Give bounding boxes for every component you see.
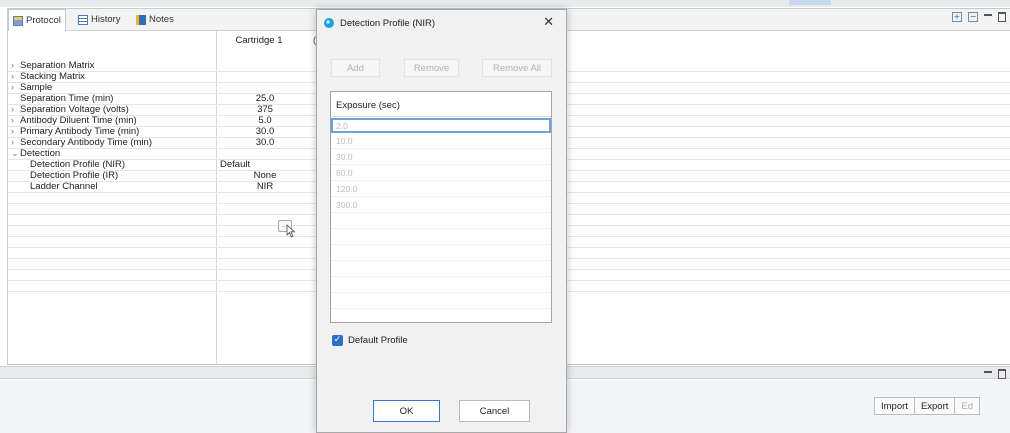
grid-row-value[interactable]: 30.0 bbox=[218, 137, 312, 148]
grid-row-label-text: Detection bbox=[20, 148, 61, 159]
cancel-button[interactable]: Cancel bbox=[459, 400, 530, 422]
grid-row-label: Detection Profile (NIR) bbox=[30, 159, 125, 170]
chevron-right-icon[interactable]: › bbox=[11, 60, 20, 70]
exposure-value: 2.0 bbox=[336, 121, 348, 131]
exposure-empty-row bbox=[331, 262, 551, 277]
chevron-right-icon[interactable]: › bbox=[11, 82, 20, 92]
chevron-right-icon[interactable]: › bbox=[11, 126, 20, 136]
grid-row-value[interactable]: 375 bbox=[218, 104, 312, 115]
exposure-value: 60.0 bbox=[336, 168, 353, 178]
maximize-icon[interactable] bbox=[998, 12, 1006, 22]
grid-row-label-text: Ladder Channel bbox=[30, 181, 98, 192]
grid-row-label-text: Primary Antibody Time (min) bbox=[20, 126, 140, 137]
chevron-right-icon[interactable]: › bbox=[11, 137, 20, 147]
dialog-title: Detection Profile (NIR) bbox=[340, 18, 436, 29]
grid-row-label: › Separation Matrix bbox=[11, 60, 94, 71]
grid-row-label: › Stacking Matrix bbox=[11, 71, 85, 82]
exposure-empty-row bbox=[331, 230, 551, 245]
remove-all-button[interactable]: Remove All bbox=[482, 59, 552, 77]
tab-notes[interactable]: Notes bbox=[132, 9, 178, 30]
export-button[interactable]: Export bbox=[913, 397, 955, 415]
minimize-icon[interactable] bbox=[984, 12, 992, 22]
app-icon bbox=[324, 18, 334, 28]
grid-row-label: › Primary Antibody Time (min) bbox=[11, 126, 139, 137]
grid-row-label-text: Detection Profile (NIR) bbox=[30, 159, 126, 170]
history-icon bbox=[78, 14, 88, 25]
grid-row-label-text: Detection Profile (IR) bbox=[30, 170, 119, 181]
grid-row-label-text: Antibody Diluent Time (min) bbox=[20, 115, 137, 126]
exposure-value: 120.0 bbox=[336, 184, 358, 194]
exposure-row[interactable]: 120.0 bbox=[331, 182, 551, 197]
exposure-row[interactable]: 2.0 bbox=[331, 118, 551, 133]
edit-button[interactable]: Ed bbox=[954, 397, 981, 415]
grid-row-label: ⌄Detection bbox=[11, 148, 60, 159]
grid-row-value[interactable]: None bbox=[218, 170, 312, 181]
grid-row-value[interactable]: 25.0 bbox=[218, 93, 312, 104]
add-button[interactable]: Add bbox=[331, 59, 380, 77]
exposure-row[interactable]: 10.0 bbox=[331, 134, 551, 149]
grid-row-value[interactable]: 5.0 bbox=[218, 115, 312, 126]
grid-row-label-text: Separation Time (min) bbox=[20, 93, 114, 104]
tab-history[interactable]: History bbox=[74, 9, 125, 30]
close-icon[interactable]: ✕ bbox=[543, 15, 554, 30]
exposure-empty-row bbox=[331, 214, 551, 229]
exposure-empty-row bbox=[331, 246, 551, 261]
grid-row-value[interactable]: Default bbox=[220, 159, 314, 170]
grid-row-label: Ladder Channel bbox=[30, 181, 98, 192]
title-selection bbox=[789, 0, 831, 5]
exposure-table: Exposure (sec) 2.0 10.0 30.0 60.0 120.0 300.0 bbox=[330, 91, 552, 323]
grid-row-label: Detection Profile (IR) bbox=[30, 170, 118, 181]
grid-row-label-text: Stacking Matrix bbox=[20, 71, 85, 82]
grid-row-label: Separation Time (min) bbox=[20, 93, 113, 104]
lower-minimize-icon[interactable] bbox=[984, 369, 992, 379]
grid-row-label-text: Separation Voltage (volts) bbox=[20, 104, 129, 115]
exposure-row[interactable]: 300.0 bbox=[331, 198, 551, 213]
notes-icon bbox=[136, 14, 146, 25]
chevron-right-icon[interactable]: › bbox=[11, 104, 20, 114]
tab-notes-label: Notes bbox=[149, 14, 174, 25]
default-profile-label: Default Profile bbox=[348, 335, 408, 346]
import-button[interactable]: Import bbox=[874, 397, 914, 415]
grid-row-value[interactable]: NIR bbox=[218, 181, 312, 192]
exposure-value: 30.0 bbox=[336, 152, 353, 162]
exposure-value: 300.0 bbox=[336, 200, 358, 210]
default-profile-checkbox[interactable]: ✓ bbox=[332, 335, 343, 346]
lower-panel-toolbar bbox=[984, 369, 1006, 379]
ok-button[interactable]: OK bbox=[373, 400, 440, 422]
exposure-value: 10.0 bbox=[336, 136, 353, 146]
dialog-title-bar: Detection Profile (NIR) ✕ bbox=[317, 10, 566, 38]
expand-all-icon[interactable]: + bbox=[952, 12, 962, 22]
bottom-button-group: Import Export Ed bbox=[874, 397, 981, 415]
chevron-down-icon[interactable]: ⌄ bbox=[11, 148, 20, 159]
protocol-icon bbox=[13, 15, 23, 26]
grid-row-label-text: Separation Matrix bbox=[20, 60, 95, 71]
grid-row-label: › Sample bbox=[11, 82, 52, 93]
tab-protocol[interactable]: Protocol bbox=[8, 9, 66, 31]
panel-toolbar: + − bbox=[952, 12, 1006, 22]
window-top-strip bbox=[0, 0, 1010, 7]
chevron-right-icon[interactable]: › bbox=[11, 71, 20, 81]
grid-row-label: › Separation Voltage (volts) bbox=[11, 104, 129, 115]
exposure-row[interactable]: 60.0 bbox=[331, 166, 551, 181]
collapse-all-icon[interactable]: − bbox=[968, 12, 978, 22]
chevron-right-icon[interactable]: › bbox=[11, 115, 20, 125]
column-header-cartridge-1: Cartridge 1 bbox=[235, 35, 283, 46]
exposure-empty-row bbox=[331, 294, 551, 309]
lower-maximize-icon[interactable] bbox=[998, 369, 1006, 379]
tab-protocol-label: Protocol bbox=[26, 15, 61, 26]
header-divider bbox=[331, 116, 551, 117]
grid-row-label-text: Secondary Antibody Time (min) bbox=[20, 137, 153, 148]
remove-button[interactable]: Remove bbox=[404, 59, 459, 77]
mouse-cursor-icon bbox=[286, 224, 296, 238]
grid-row-value[interactable]: 30.0 bbox=[218, 126, 312, 137]
detection-profile-dialog: Detection Profile (NIR) ✕ Add Remove Rem… bbox=[316, 9, 567, 433]
exposure-empty-row bbox=[331, 278, 551, 293]
grid-row-label-text: Sample bbox=[20, 82, 53, 93]
tab-history-label: History bbox=[91, 14, 121, 25]
grid-row-label: › Secondary Antibody Time (min) bbox=[11, 137, 152, 148]
grid-row-label: › Antibody Diluent Time (min) bbox=[11, 115, 137, 126]
exposure-row[interactable]: 30.0 bbox=[331, 150, 551, 165]
exposure-column-header: Exposure (sec) bbox=[336, 100, 400, 111]
